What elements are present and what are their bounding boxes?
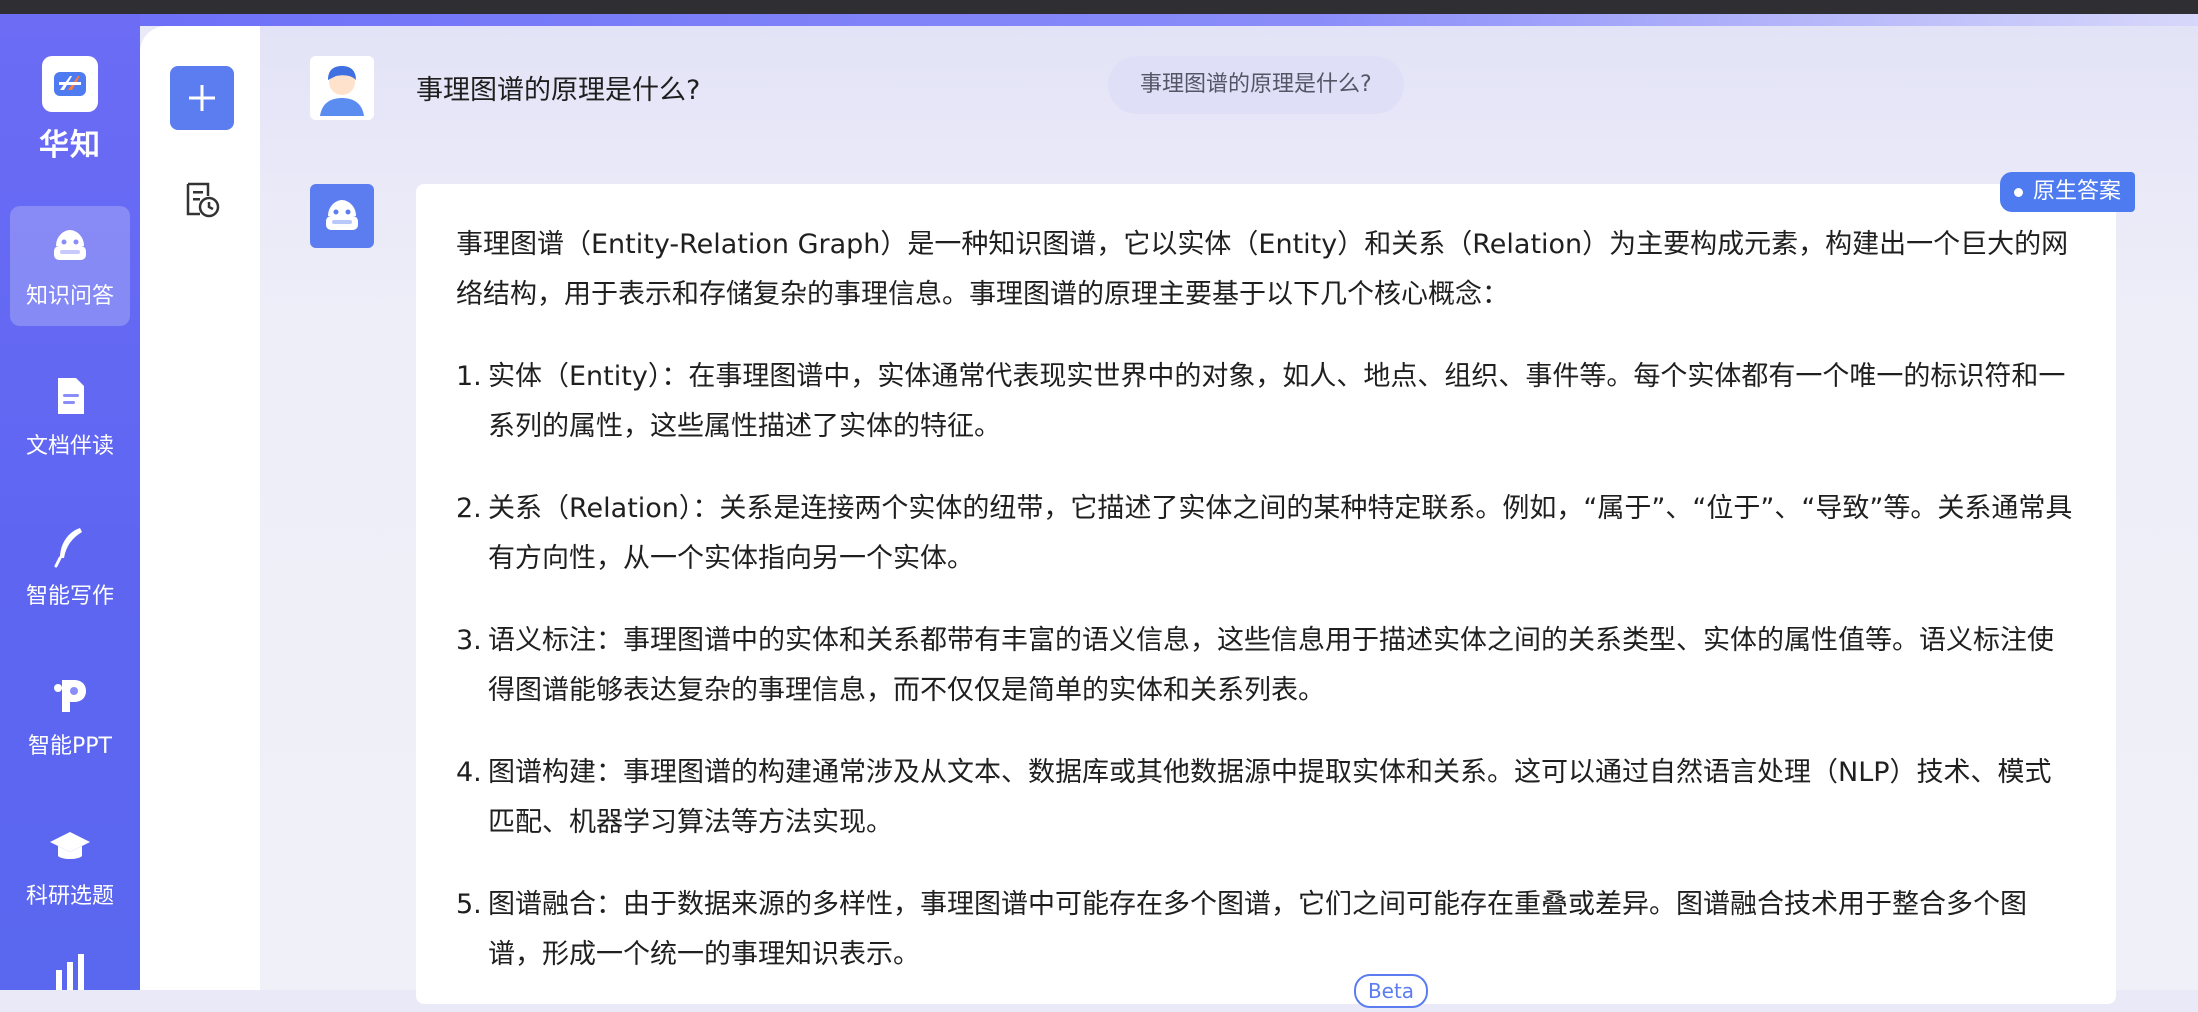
- answer-list: 1. 实体（Entity）：在事理图谱中，实体通常代表现实世界中的对象，如人、地…: [456, 352, 2076, 980]
- feather-pen-icon: [46, 522, 94, 570]
- brand: 华知: [0, 56, 140, 164]
- list-item: 3. 语义标注：事理图谱中的实体和关系都带有丰富的语义信息，这些信息用于描述实体…: [456, 616, 2076, 716]
- chart-icon: [46, 950, 94, 994]
- question-pill[interactable]: 事理图谱的原理是什么?: [1108, 56, 1404, 114]
- list-item-text: 图谱构建：事理图谱的构建通常涉及从文本、数据库或其他数据源中提取实体和关系。这可…: [488, 757, 2052, 838]
- list-item-text: 图谱融合：由于数据来源的多样性，事理图谱中可能存在多个图谱，它们之间可能存在重叠…: [488, 889, 2027, 970]
- sidebar-item-smart-ppt[interactable]: 智能PPT: [10, 656, 130, 776]
- history-icon: [186, 182, 220, 218]
- sidebar: 华知 知识问答 文档伴读 智能写作 智能PPT 科研选题: [0, 14, 140, 990]
- list-item: 1. 实体（Entity）：在事理图谱中，实体通常代表现实世界中的对象，如人、地…: [456, 352, 2076, 452]
- user-avatar: [310, 56, 374, 120]
- list-item-text: 关系（Relation）：关系是连接两个实体的纽带，它描述了实体之间的某种特定联…: [488, 493, 2073, 574]
- document-icon: [46, 372, 94, 420]
- list-item-text: 语义标注：事理图谱中的实体和关系都带有丰富的语义信息，这些信息用于描述实体之间的…: [488, 625, 2054, 706]
- new-chat-button[interactable]: [170, 66, 234, 130]
- native-answer-badge: 原生答案: [2000, 172, 2136, 212]
- answer-body: 事理图谱（Entity-Relation Graph）是一种知识图谱，它以实体（…: [456, 220, 2076, 1012]
- robot-icon: [46, 222, 94, 270]
- list-item-number: 5.: [456, 889, 482, 920]
- list-item-number: 2.: [456, 493, 482, 524]
- sidebar-item-more[interactable]: [10, 954, 130, 996]
- badge-dot-icon: [2014, 187, 2023, 197]
- list-item: 5. 图谱融合：由于数据来源的多样性，事理图谱中可能存在多个图谱，它们之间可能存…: [456, 880, 2076, 980]
- top-accent-strip: [0, 14, 2198, 26]
- bot-avatar: [310, 184, 374, 248]
- graduation-cap-icon: [46, 822, 94, 870]
- list-item: 2. 关系（Relation）：关系是连接两个实体的纽带，它描述了实体之间的某种…: [456, 484, 2076, 584]
- answer-intro: 事理图谱（Entity-Relation Graph）是一种知识图谱，它以实体（…: [456, 229, 2069, 310]
- sidebar-item-research-topic[interactable]: 科研选题: [10, 806, 130, 926]
- answer-card: 事理图谱（Entity-Relation Graph）是一种知识图谱，它以实体（…: [416, 184, 2116, 1004]
- sidebar-item-label: 智能PPT: [28, 734, 112, 759]
- sidebar-item-label: 文档伴读: [25, 434, 114, 459]
- sidebar-item-doc-reading[interactable]: 文档伴读: [10, 356, 130, 476]
- list-item-text: 实体（Entity）：在事理图谱中，实体通常代表现实世界中的对象，如人、地点、组…: [488, 361, 2066, 442]
- history-button[interactable]: [182, 180, 222, 220]
- window-top-bar: [0, 0, 2198, 14]
- sidebar-item-knowledge-qa[interactable]: 知识问答: [10, 206, 130, 326]
- badge-label: 原生答案: [2033, 179, 2122, 204]
- sidebar-item-label: 智能写作: [25, 584, 114, 609]
- robot-icon: [326, 200, 358, 230]
- brand-name: 华知: [39, 128, 101, 163]
- user-question: 事理图谱的原理是什么?: [416, 75, 701, 106]
- beta-chip[interactable]: Beta: [1354, 974, 1428, 1008]
- sidebar-item-label: 知识问答: [25, 284, 114, 309]
- sidebar-item-label: 科研选题: [25, 884, 114, 909]
- list-item-number: 1.: [456, 361, 482, 392]
- list-item-number: 3.: [456, 625, 482, 656]
- list-item: 4. 图谱构建：事理图谱的构建通常涉及从文本、数据库或其他数据源中提取实体和关系…: [456, 748, 2076, 848]
- ppt-icon: [46, 672, 94, 720]
- sidebar-item-smart-writing[interactable]: 智能写作: [10, 506, 130, 626]
- list-item-number: 4.: [456, 757, 482, 788]
- brand-logo-icon[interactable]: [42, 56, 98, 112]
- plus-icon: [189, 85, 215, 111]
- secondary-rail: [140, 26, 260, 990]
- chat-main: 事理图谱的原理是什么? 事理图谱的原理是什么? 事理图谱（Entity-Rela…: [260, 26, 2198, 1004]
